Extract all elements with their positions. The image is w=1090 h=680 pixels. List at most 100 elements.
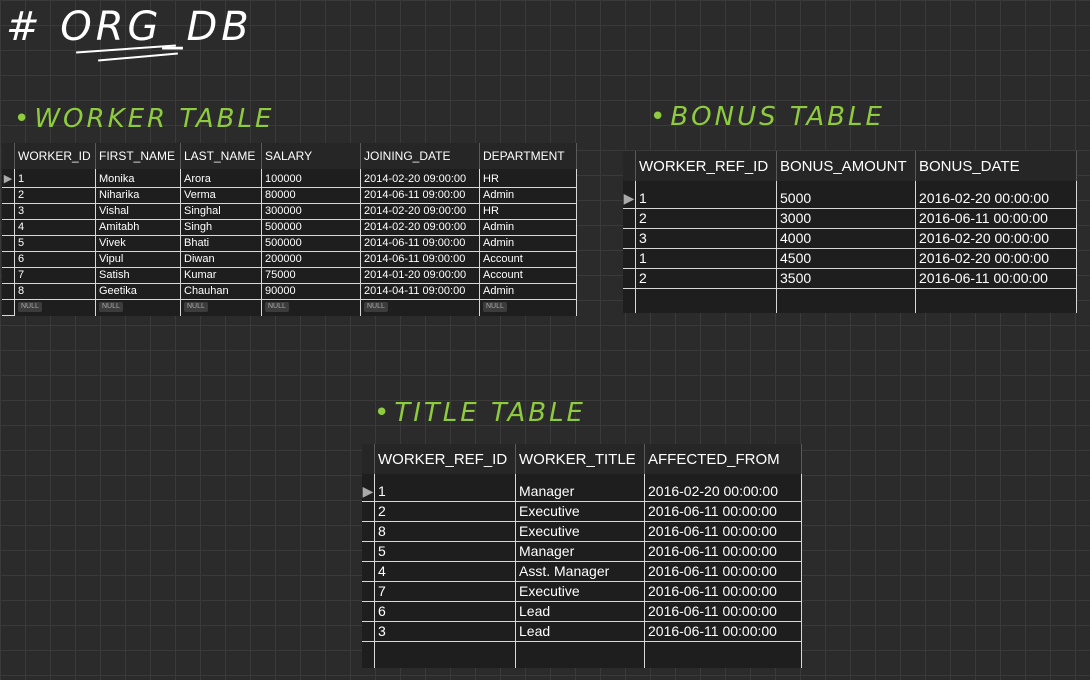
table-cell[interactable]: 2014-06-11 09:00:00	[360, 187, 480, 204]
table-cell[interactable]: Niharika	[95, 187, 181, 204]
table-cell[interactable]: HR	[479, 203, 577, 220]
table-cell[interactable]: Asst. Manager	[515, 561, 645, 582]
empty-cell[interactable]	[374, 641, 516, 668]
table-row[interactable]: ▶ 1 5000 2016-02-20 00:00:00	[623, 189, 1077, 209]
empty-cell[interactable]	[644, 641, 802, 668]
null-cell[interactable]: NULL	[14, 299, 96, 316]
table-row[interactable]: 2 3500 2016-06-11 00:00:00	[623, 268, 1077, 289]
column-header[interactable]: BONUS_AMOUNT	[776, 151, 916, 181]
table-cell[interactable]: 2016-02-20 00:00:00	[915, 248, 1077, 269]
empty-cell[interactable]	[515, 641, 645, 668]
table-cell[interactable]: Bhati	[180, 235, 262, 252]
table-cell[interactable]: Monika	[95, 172, 181, 188]
table-cell[interactable]: 2014-01-20 09:00:00	[360, 267, 480, 284]
table-row[interactable]: 8 Executive 2016-06-11 00:00:00	[362, 521, 802, 542]
column-header[interactable]: JOINING_DATE	[360, 143, 480, 169]
table-cell[interactable]: 2016-06-11 00:00:00	[644, 521, 802, 542]
table-cell[interactable]: 2016-06-11 00:00:00	[915, 208, 1077, 229]
table-cell[interactable]: 8	[14, 283, 96, 300]
table-row[interactable]: 6 Vipul Diwan 200000 2014-06-11 09:00:00 Acco…	[2, 251, 577, 268]
table-row[interactable]: 6 Lead 2016-06-11 00:00:00	[362, 601, 802, 622]
table-cell[interactable]: 2	[635, 208, 777, 229]
table-cell[interactable]: 3000	[776, 208, 916, 229]
null-cell[interactable]: NULL	[261, 299, 361, 316]
table-cell[interactable]: 80000	[261, 187, 361, 204]
table-cell[interactable]: 300000	[261, 203, 361, 220]
table-cell[interactable]: 7	[374, 581, 516, 602]
table-cell[interactable]: 2016-06-11 00:00:00	[644, 561, 802, 582]
new-row[interactable]	[362, 641, 802, 668]
table-cell[interactable]: HR	[479, 172, 577, 188]
table-cell[interactable]: Lead	[515, 601, 645, 622]
column-header[interactable]: BONUS_DATE	[915, 151, 1077, 181]
table-cell[interactable]: Vivek	[95, 235, 181, 252]
column-header[interactable]: DEPARTMENT	[479, 143, 577, 169]
null-cell[interactable]: NULL	[180, 299, 262, 316]
table-row[interactable]: 3 4000 2016-02-20 00:00:00	[623, 228, 1077, 249]
table-cell[interactable]: 1	[635, 248, 777, 269]
table-row[interactable]: 2 Niharika Verma 80000 2014-06-11 09:00:00 Ad…	[2, 187, 577, 204]
table-cell[interactable]: 3	[374, 621, 516, 642]
table-cell[interactable]: Account	[479, 267, 577, 284]
table-cell[interactable]: Satish	[95, 267, 181, 284]
table-cell[interactable]: Arora	[180, 172, 262, 188]
column-header[interactable]: WORKER_REF_ID	[635, 151, 777, 181]
table-cell[interactable]: 500000	[261, 219, 361, 236]
table-cell[interactable]: Chauhan	[180, 283, 262, 300]
table-row[interactable]: 5 Vivek Bhati 500000 2014-06-11 09:00:00 Admi…	[2, 235, 577, 252]
table-cell[interactable]: Admin	[479, 283, 577, 300]
table-cell[interactable]: 2014-02-20 09:00:00	[360, 203, 480, 220]
table-cell[interactable]: 4000	[776, 228, 916, 249]
table-cell[interactable]: 3	[14, 203, 96, 220]
table-row[interactable]: 8 Geetika Chauhan 90000 2014-04-11 09:00:00 A…	[2, 283, 577, 300]
table-cell[interactable]: 5	[14, 235, 96, 252]
table-cell[interactable]: 5	[374, 541, 516, 562]
table-cell[interactable]: Singhal	[180, 203, 262, 220]
column-header[interactable]: SALARY	[261, 143, 361, 169]
table-row[interactable]: 5 Manager 2016-06-11 00:00:00	[362, 541, 802, 562]
table-cell[interactable]: 90000	[261, 283, 361, 300]
table-cell[interactable]: 7	[14, 267, 96, 284]
table-cell[interactable]: Diwan	[180, 251, 262, 268]
table-cell[interactable]: Manager	[515, 482, 645, 502]
table-cell[interactable]: 2016-02-20 00:00:00	[915, 189, 1077, 209]
table-cell[interactable]: Account	[479, 251, 577, 268]
new-row[interactable]	[623, 288, 1077, 313]
empty-cell[interactable]	[776, 288, 916, 313]
table-row[interactable]: 7 Executive 2016-06-11 00:00:00	[362, 581, 802, 602]
table-cell[interactable]: 5000	[776, 189, 916, 209]
table-cell[interactable]: 2016-06-11 00:00:00	[644, 541, 802, 562]
table-cell[interactable]: 500000	[261, 235, 361, 252]
table-cell[interactable]: Amitabh	[95, 219, 181, 236]
empty-cell[interactable]	[915, 288, 1077, 313]
table-cell[interactable]: 2014-02-20 09:00:00	[360, 219, 480, 236]
table-cell[interactable]: 3500	[776, 268, 916, 289]
table-row[interactable]: 2 Executive 2016-06-11 00:00:00	[362, 501, 802, 522]
table-cell[interactable]: 2	[374, 501, 516, 522]
table-row[interactable]: ▶ 1 Manager 2016-02-20 00:00:00	[362, 482, 802, 502]
table-row[interactable]: 3 Lead 2016-06-11 00:00:00	[362, 621, 802, 642]
table-cell[interactable]: Singh	[180, 219, 262, 236]
table-cell[interactable]: 100000	[261, 172, 361, 188]
table-cell[interactable]: Vishal	[95, 203, 181, 220]
table-cell[interactable]: 4500	[776, 248, 916, 269]
table-cell[interactable]: 6	[14, 251, 96, 268]
table-cell[interactable]: Admin	[479, 219, 577, 236]
table-cell[interactable]: 4	[374, 561, 516, 582]
table-row[interactable]: 4 Amitabh Singh 500000 2014-02-20 09:00:00 Ad…	[2, 219, 577, 236]
empty-cell[interactable]	[635, 288, 777, 313]
table-row[interactable]: ▶ 1 Monika Arora 100000 2014-02-20 09:00:00 HR	[2, 172, 577, 188]
table-row[interactable]: 1 4500 2016-02-20 00:00:00	[623, 248, 1077, 269]
table-cell[interactable]: 2016-06-11 00:00:00	[644, 621, 802, 642]
table-cell[interactable]: Verma	[180, 187, 262, 204]
table-cell[interactable]: 2	[14, 187, 96, 204]
table-cell[interactable]: 1	[635, 189, 777, 209]
table-cell[interactable]: Executive	[515, 521, 645, 542]
table-cell[interactable]: 1	[374, 482, 516, 502]
column-header[interactable]: WORKER_ID	[14, 143, 96, 169]
table-cell[interactable]: 2014-04-11 09:00:00	[360, 283, 480, 300]
table-cell[interactable]: 75000	[261, 267, 361, 284]
table-cell[interactable]: 2016-02-20 00:00:00	[644, 482, 802, 502]
table-cell[interactable]: Manager	[515, 541, 645, 562]
column-header[interactable]: FIRST_NAME	[95, 143, 181, 169]
